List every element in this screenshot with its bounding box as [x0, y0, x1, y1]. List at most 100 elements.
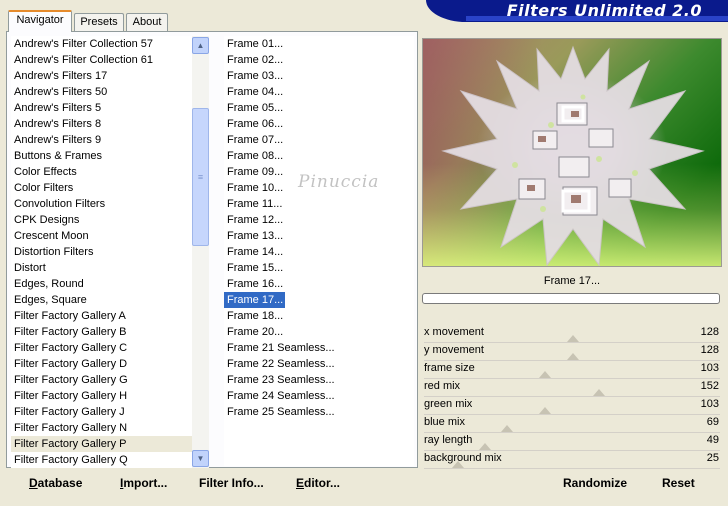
scroll-thumb[interactable]: ≡ [192, 108, 209, 246]
filter-item[interactable]: Frame 04... [224, 84, 285, 100]
category-item[interactable]: Distortion Filters [11, 244, 192, 260]
filter-item[interactable]: Frame 22 Seamless... [224, 356, 337, 372]
database-button[interactable]: Database [29, 474, 82, 492]
category-item[interactable]: Filter Factory Gallery A [11, 308, 192, 324]
filter-item[interactable]: Frame 25 Seamless... [224, 404, 337, 420]
filter-item[interactable]: Frame 03... [224, 68, 285, 84]
category-item[interactable]: Filter Factory Gallery G [11, 372, 192, 388]
filter-item[interactable]: Frame 07... [224, 132, 285, 148]
filter-item[interactable]: Frame 13... [224, 228, 285, 244]
filter-item[interactable]: Frame 10... [224, 180, 285, 196]
slider-thumb[interactable] [539, 407, 551, 414]
tab-about[interactable]: About [126, 13, 168, 31]
slider-value: 69 [706, 416, 719, 428]
category-item[interactable]: Filter Factory Gallery C [11, 340, 192, 356]
filter-list[interactable]: Frame 01... Frame 02... Frame 03... Frame 0… [224, 36, 414, 466]
filter-row: Frame 07... [224, 132, 414, 148]
slider-y-movement[interactable]: y movement 128 [424, 343, 720, 361]
scroll-down-button[interactable]: ▼ [192, 450, 209, 467]
slider-red-mix[interactable]: red mix 152 [424, 379, 720, 397]
category-item[interactable]: Filter Factory Gallery H [11, 388, 192, 404]
filter-row: Frame 05... [224, 100, 414, 116]
category-item[interactable]: Andrew's Filters 5 [11, 100, 192, 116]
filter-row: Frame 18... [224, 308, 414, 324]
category-item[interactable]: Andrew's Filters 9 [11, 132, 192, 148]
category-item[interactable]: Buttons & Frames [11, 148, 192, 164]
slider-thumb[interactable] [567, 353, 579, 360]
filter-item[interactable]: Frame 15... [224, 260, 285, 276]
filter-item[interactable]: Frame 14... [224, 244, 285, 260]
filter-item[interactable]: Frame 11... [224, 196, 284, 212]
filter-row: Frame 11... [224, 196, 414, 212]
category-item[interactable]: Filter Factory Gallery N [11, 420, 192, 436]
filter-item[interactable]: Frame 12... [224, 212, 285, 228]
filter-row: Frame 01... [224, 36, 414, 52]
filter-item[interactable]: Frame 06... [224, 116, 285, 132]
import-button[interactable]: Import... [120, 474, 167, 492]
filter-item[interactable]: Frame 05... [224, 100, 285, 116]
category-item[interactable]: Distort [11, 260, 192, 276]
editor-button[interactable]: Editor... [296, 474, 340, 492]
category-item[interactable]: Andrew's Filters 8 [11, 116, 192, 132]
category-item[interactable]: Crescent Moon [11, 228, 192, 244]
slider-value: 152 [700, 380, 719, 392]
category-item[interactable]: Convolution Filters [11, 196, 192, 212]
category-list[interactable]: Andrew's Filter Collection 57 Andrew's Fi… [11, 36, 192, 468]
filter-item[interactable]: Frame 24 Seamless... [224, 388, 337, 404]
slider-frame-size[interactable]: frame size 103 [424, 361, 720, 379]
slider-x-movement[interactable]: x movement 128 [424, 325, 720, 343]
randomize-button[interactable]: Randomize [563, 474, 627, 492]
reset-button[interactable]: Reset [662, 474, 695, 492]
filter-item[interactable]: Frame 01... [224, 36, 285, 52]
slider-green-mix[interactable]: green mix 103 [424, 397, 720, 415]
filter-item[interactable]: Frame 23 Seamless... [224, 372, 337, 388]
category-item[interactable]: Edges, Round [11, 276, 192, 292]
category-item[interactable]: Filter Factory Gallery P [11, 436, 192, 452]
slider-value: 103 [700, 398, 719, 410]
category-item[interactable]: CPK Designs [11, 212, 192, 228]
category-item[interactable]: Filter Factory Gallery D [11, 356, 192, 372]
filter-info-button-label: nfo... [235, 476, 264, 490]
filter-item[interactable]: Frame 17... [224, 292, 286, 308]
filter-item[interactable]: Frame 21 Seamless... [224, 340, 337, 356]
filter-row: Frame 22 Seamless... [224, 356, 414, 372]
filter-row: Frame 08... [224, 148, 414, 164]
category-scrollbar[interactable]: ▲ ≡ ▼ [192, 36, 209, 468]
slider-thumb[interactable] [539, 371, 551, 378]
slider-value: 49 [706, 434, 719, 446]
slider-ray-length[interactable]: ray length 49 [424, 433, 720, 451]
category-item[interactable]: Color Effects [11, 164, 192, 180]
slider-label: x movement [424, 326, 484, 338]
scroll-up-button[interactable]: ▲ [192, 37, 209, 54]
filter-row: Frame 17... [224, 292, 414, 308]
category-item[interactable]: Andrew's Filters 50 [11, 84, 192, 100]
slider-thumb[interactable] [452, 461, 464, 468]
category-item[interactable]: Edges, Square [11, 292, 192, 308]
category-item[interactable]: Filter Factory Gallery Q [11, 452, 192, 468]
filter-item[interactable]: Frame 18... [224, 308, 285, 324]
slider-thumb[interactable] [593, 389, 605, 396]
slider-thumb[interactable] [479, 443, 491, 450]
filter-item[interactable]: Frame 20... [224, 324, 285, 340]
slider-track[interactable] [424, 468, 720, 469]
filter-item[interactable]: Frame 08... [224, 148, 285, 164]
slider-blue-mix[interactable]: blue mix 69 [424, 415, 720, 433]
filter-item[interactable]: Frame 02... [224, 52, 285, 68]
category-item[interactable]: Color Filters [11, 180, 192, 196]
slider-label: ray length [424, 434, 473, 446]
app-title: Filters Unlimited 2.0 [506, 1, 702, 20]
slider-thumb[interactable] [567, 335, 579, 342]
category-item[interactable]: Andrew's Filter Collection 57 [11, 36, 192, 52]
tab-presets[interactable]: Presets [74, 13, 124, 31]
category-item[interactable]: Andrew's Filter Collection 61 [11, 52, 192, 68]
filter-info-button[interactable]: Filter Info... [199, 474, 264, 492]
category-item[interactable]: Andrew's Filters 17 [11, 68, 192, 84]
filter-item[interactable]: Frame 09... [224, 164, 285, 180]
slider-background-mix[interactable]: background mix 25 [424, 451, 720, 469]
filter-row: Frame 03... [224, 68, 414, 84]
slider-thumb[interactable] [501, 425, 513, 432]
filter-item[interactable]: Frame 16... [224, 276, 285, 292]
category-item[interactable]: Filter Factory Gallery B [11, 324, 192, 340]
category-item[interactable]: Filter Factory Gallery J [11, 404, 192, 420]
tab-navigator[interactable]: Navigator [8, 10, 72, 32]
